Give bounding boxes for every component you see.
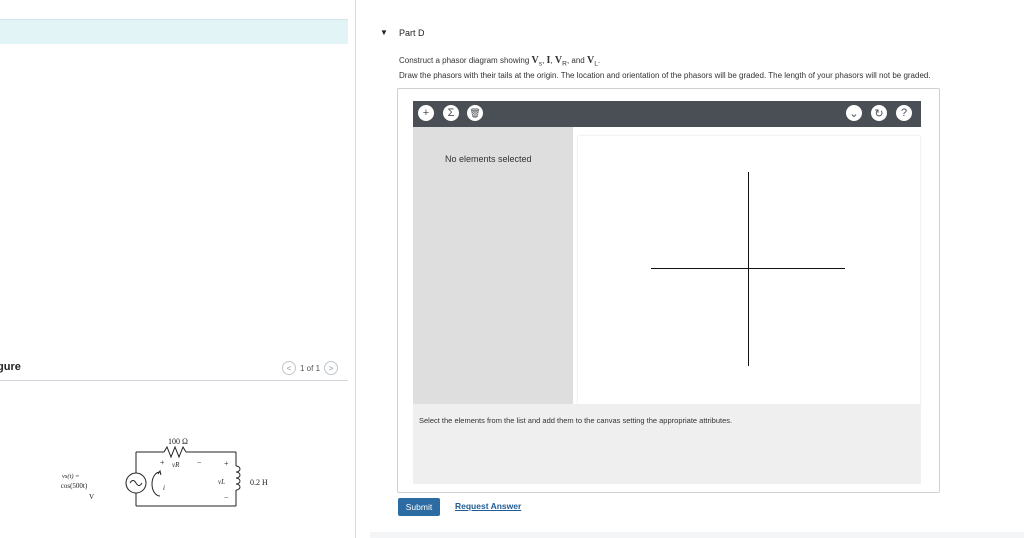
hint-text: Select the elements from the list and ad… (419, 416, 733, 425)
element-list-panel (413, 127, 573, 404)
inductor-symbol (235, 465, 241, 491)
inductor-label: 0.2 H (250, 478, 268, 487)
submit-button[interactable]: Submit (398, 498, 440, 516)
vr-label: vR (172, 461, 180, 469)
circuit-diagram: 100 Ω vR + − vs(t) = 10 cos(500t) V i vL… (60, 437, 268, 507)
svg-text:−: − (197, 458, 202, 467)
next-figure-button[interactable]: > (324, 361, 339, 375)
instruction-line-1: Construct a phasor diagram showing Vs, I… (399, 55, 601, 68)
trash-icon[interactable]: 🗑 (467, 105, 483, 121)
tool-toolbar (413, 101, 921, 127)
svg-text:+: + (160, 458, 165, 467)
figure-header-bar (0, 19, 348, 44)
bottom-strip (370, 532, 1024, 538)
dropdown-icon[interactable]: ⌄ (846, 105, 862, 121)
vl-label: vL (218, 478, 225, 486)
phasor-canvas[interactable] (578, 136, 920, 404)
pager-text: 1 of 1 (300, 363, 321, 373)
request-answer-link[interactable]: Request Answer (455, 501, 521, 511)
source-label-1: vs(t) = (62, 473, 80, 480)
figure-label: igure (0, 361, 21, 373)
svg-text:+: + (224, 459, 229, 468)
prev-figure-button[interactable]: < (282, 361, 296, 375)
resistor-label: 100 Ω (168, 437, 188, 446)
figure-divider (0, 380, 348, 381)
svg-text:−: − (224, 493, 229, 502)
collapse-caret-icon[interactable]: ▼ (380, 28, 388, 37)
resistor-symbol (163, 445, 187, 459)
y-axis (748, 172, 749, 366)
help-icon[interactable]: ? (896, 105, 912, 121)
no-elements-text: No elements selected (445, 154, 532, 164)
current-label: i (163, 484, 165, 492)
source-label-3: V (89, 493, 94, 501)
instruction-line-2: Draw the phasors with their tails at the… (399, 71, 931, 80)
source-label-2: 10 cos(500t) (60, 482, 88, 490)
reset-icon[interactable]: ↻ (871, 105, 887, 121)
figure-pager: < 1 of 1 > (282, 361, 339, 375)
part-title: Part D (399, 28, 425, 38)
add-element-icon[interactable]: + (418, 105, 434, 121)
sigma-icon[interactable]: Σ (443, 105, 459, 121)
